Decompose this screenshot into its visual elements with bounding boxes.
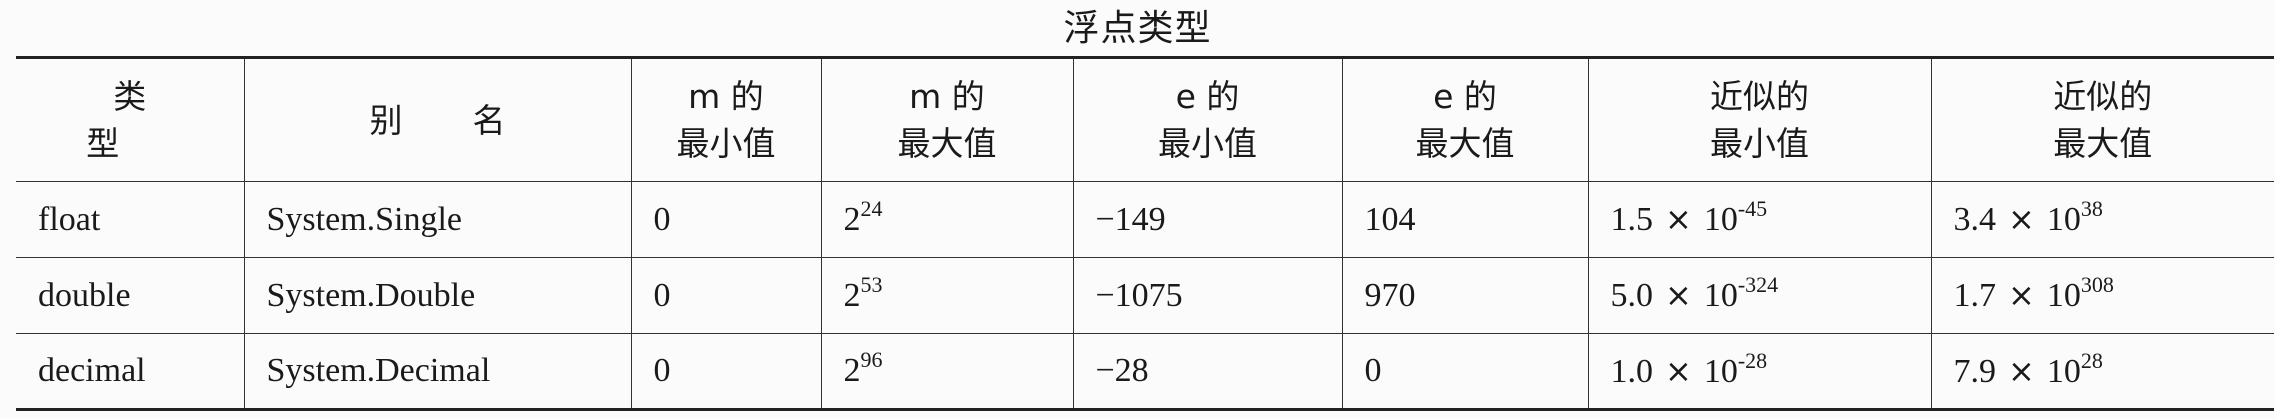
approx-min-exponent: -324 bbox=[1737, 272, 1779, 297]
cell-m-max: 253 bbox=[820, 257, 1073, 334]
times-sign: × bbox=[2008, 351, 2035, 390]
cell-alias: System.Single bbox=[243, 181, 631, 258]
approx-max-exponent: 28 bbox=[2080, 347, 2103, 373]
cell-alias: System.Double bbox=[243, 257, 631, 334]
header-approx-min: 近似的 最小值 bbox=[1587, 57, 1931, 182]
header-e-min: e 的 最小值 bbox=[1072, 57, 1342, 182]
floating-point-types-table: 类型 别名 m 的 最小值 m 的 最大值 e 的 最小值 e 的 最大值 近似… bbox=[16, 56, 2274, 411]
header-m-min: m 的 最小值 bbox=[630, 57, 821, 182]
times-sign: × bbox=[2008, 200, 2035, 238]
header-alias: 别名 bbox=[243, 57, 631, 182]
header-e-max: e 的 最大值 bbox=[1341, 57, 1588, 182]
cell-m-max: 224 bbox=[820, 181, 1073, 258]
approx-max-base: 10 bbox=[2046, 352, 2081, 390]
header-m-min-line2: 最小值 bbox=[676, 124, 776, 163]
times-sign: × bbox=[1665, 351, 1692, 390]
approx-min-base: 10 bbox=[1703, 277, 1738, 314]
header-m-max-line1: m 的 bbox=[909, 77, 985, 116]
header-e-max-line2: 最大值 bbox=[1415, 124, 1515, 163]
header-m-min-line1: m 的 bbox=[688, 77, 764, 116]
m-max-base: 2 bbox=[843, 276, 861, 314]
m-max-base: 2 bbox=[843, 200, 861, 238]
approx-max-coefficient: 3.4 bbox=[1953, 201, 1997, 238]
table-caption: 浮点类型 bbox=[1063, 8, 1212, 49]
approx-min-exponent: -45 bbox=[1737, 196, 1768, 221]
table-header-row: 类型 别名 m 的 最小值 m 的 最大值 e 的 最小值 e 的 最大值 近似… bbox=[16, 57, 2274, 182]
approx-min-coefficient: 5.0 bbox=[1610, 277, 1654, 314]
header-alias-label: 别名 bbox=[369, 100, 576, 140]
m-max-exponent: 24 bbox=[860, 195, 883, 221]
header-approx-max-line1: 近似的 bbox=[2053, 77, 2153, 116]
cell-type: float bbox=[16, 181, 244, 258]
table-row: float System.Single 0 224 −149 104 1.5 × 1… bbox=[16, 181, 2274, 258]
approx-min-coefficient: 1.5 bbox=[1610, 201, 1654, 238]
cell-m-min: 0 bbox=[630, 181, 821, 258]
approx-max-exponent: 308 bbox=[2080, 272, 2114, 297]
table-row: double System.Double 0 253 −1075 970 5.0… bbox=[16, 257, 2274, 334]
cell-e-max: 104 bbox=[1341, 181, 1588, 258]
cell-m-min: 0 bbox=[630, 257, 821, 334]
approx-min-base: 10 bbox=[1703, 352, 1738, 390]
cell-m-max: 296 bbox=[820, 333, 1073, 410]
cell-approx-max: 1.7 × 10308 bbox=[1930, 257, 2274, 334]
cell-type: decimal bbox=[38, 352, 146, 389]
header-e-min-line2: 最小值 bbox=[1158, 124, 1257, 163]
cell-approx-max: 3.4 × 1038 bbox=[1930, 181, 2274, 258]
header-m-max: m 的 最大值 bbox=[820, 57, 1073, 182]
cell-approx-max: 7.9 × 1028 bbox=[1930, 333, 2274, 410]
approx-max-exponent: 38 bbox=[2080, 196, 2103, 221]
header-e-min-line1: e 的 bbox=[1175, 77, 1240, 116]
cell-approx-min: 1.5 × 10-45 bbox=[1587, 181, 1931, 258]
m-max-exponent: 53 bbox=[860, 271, 883, 297]
header-type: 类型 bbox=[16, 57, 244, 182]
times-sign: × bbox=[1665, 276, 1692, 314]
approx-max-coefficient: 1.7 bbox=[1953, 277, 1997, 314]
cell-m-min: 0 bbox=[630, 333, 821, 410]
approx-max-base: 10 bbox=[2046, 277, 2081, 314]
approx-min-exponent: -28 bbox=[1737, 347, 1768, 373]
m-max-base: 2 bbox=[843, 352, 861, 389]
approx-max-coefficient: 7.9 bbox=[1953, 352, 1997, 390]
cell-type: double bbox=[16, 257, 244, 334]
header-approx-min-line1: 近似的 bbox=[1710, 77, 1809, 116]
header-m-max-line2: 最大值 bbox=[897, 124, 997, 163]
times-sign: × bbox=[2008, 276, 2035, 314]
cell-e-min: −28 bbox=[1072, 333, 1342, 410]
header-approx-min-line2: 最小值 bbox=[1710, 124, 1809, 163]
m-max-exponent: 96 bbox=[860, 347, 883, 372]
times-sign: × bbox=[1665, 200, 1692, 238]
approx-min-base: 10 bbox=[1703, 201, 1738, 238]
approx-max-base: 10 bbox=[2046, 201, 2081, 238]
cell-approx-min: 1.0 × 10-28 bbox=[1587, 333, 1931, 410]
cell-e-min: −1075 bbox=[1072, 257, 1342, 334]
cell-e-min: −149 bbox=[1072, 181, 1342, 258]
header-e-max-line1: e 的 bbox=[1433, 77, 1497, 116]
header-approx-max: 近似的 最大值 bbox=[1930, 57, 2274, 182]
cell-alias: System.Decimal bbox=[243, 333, 631, 410]
header-type-label: 类型 bbox=[86, 77, 201, 163]
table-row: decimal System.Decimal 0 296 −28 0 1.0 × 1… bbox=[16, 333, 2274, 410]
cell-approx-min: 5.0 × 10-324 bbox=[1587, 257, 1931, 334]
cell-e-max: 0 bbox=[1341, 333, 1588, 410]
header-approx-max-line2: 最大值 bbox=[2053, 124, 2153, 163]
cell-e-max: 970 bbox=[1341, 257, 1588, 334]
approx-min-coefficient: 1.0 bbox=[1610, 352, 1654, 390]
